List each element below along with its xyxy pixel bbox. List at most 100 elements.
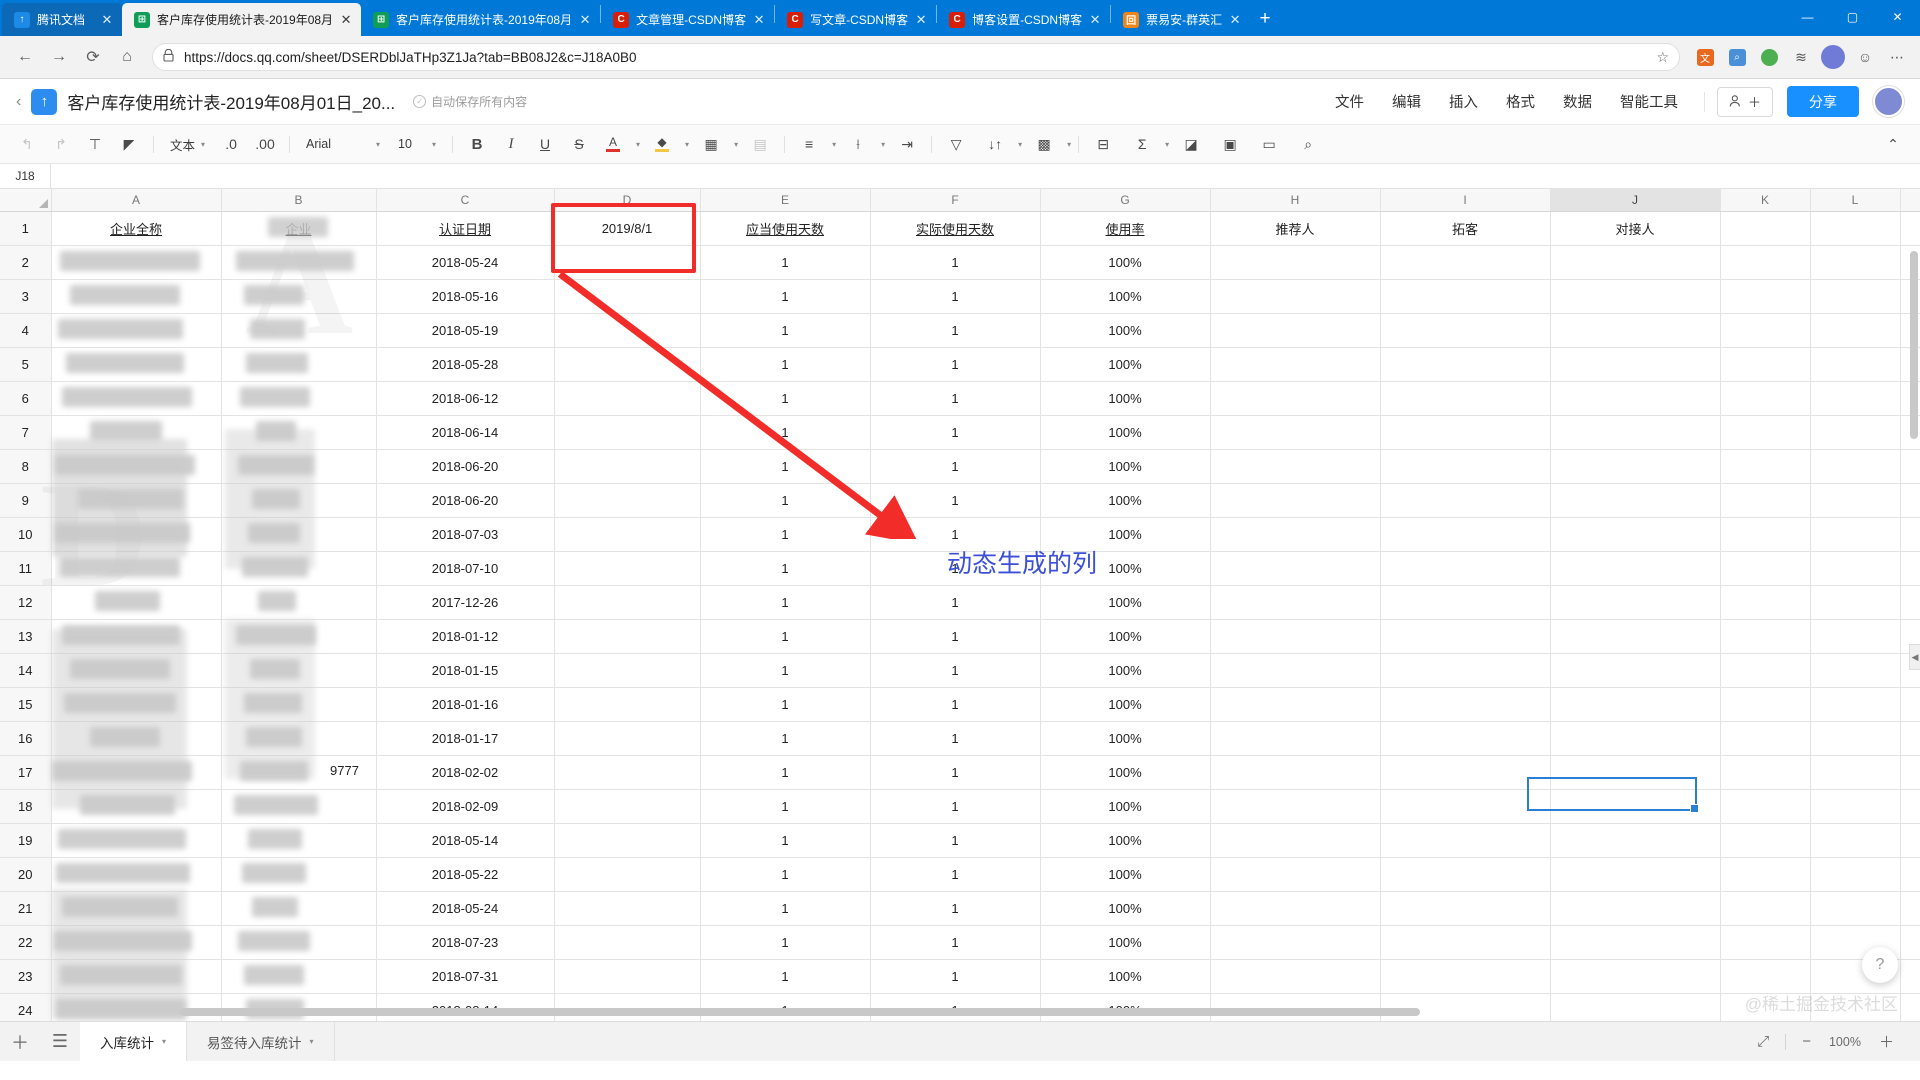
close-icon[interactable]: ✕ <box>1086 11 1104 29</box>
cell-e4[interactable]: 1 <box>700 313 871 348</box>
cell-d14[interactable] <box>554 653 701 688</box>
cell-d15[interactable] <box>554 687 701 722</box>
number-format-select[interactable]: 文本 ▾ <box>164 131 211 157</box>
cell-c21[interactable]: 2018-05-24 <box>376 891 555 926</box>
cell-h4[interactable] <box>1210 313 1381 348</box>
browser-menu-icon[interactable]: ⋯ <box>1882 42 1912 72</box>
group-rows-icon[interactable]: ⊟ <box>1089 130 1117 158</box>
cell-h24[interactable] <box>1210 993 1381 1021</box>
column-header-h[interactable]: H <box>1210 189 1381 212</box>
column-header-j[interactable]: J <box>1550 189 1721 212</box>
vertical-scrollbar[interactable] <box>1910 251 1918 439</box>
cell-d10[interactable] <box>554 517 701 552</box>
row-header-14[interactable]: 14 <box>0 653 52 688</box>
cell-i4[interactable] <box>1380 313 1551 348</box>
column-header-a[interactable]: A <box>51 189 222 212</box>
cell-k4[interactable] <box>1720 313 1811 348</box>
cell-m23[interactable] <box>1900 959 1920 994</box>
cell-k3[interactable] <box>1720 279 1811 314</box>
cell-g5[interactable]: 100% <box>1040 347 1211 382</box>
cell-g7[interactable]: 100% <box>1040 415 1211 450</box>
cell-d21[interactable] <box>554 891 701 926</box>
undo-icon[interactable]: ↰ <box>13 130 41 158</box>
cell-i1[interactable]: 拓客 <box>1380 211 1551 246</box>
insert-comment-icon[interactable]: ▭ <box>1255 130 1283 158</box>
italic-icon[interactable]: I <box>497 130 525 158</box>
cell-k9[interactable] <box>1720 483 1811 518</box>
cell-b12[interactable] <box>221 585 377 620</box>
cell-f7[interactable]: 1 <box>870 415 1041 450</box>
close-window-button[interactable]: ✕ <box>1875 0 1920 33</box>
cell-j19[interactable] <box>1550 823 1721 858</box>
cell-k13[interactable] <box>1720 619 1811 654</box>
cell-i8[interactable] <box>1380 449 1551 484</box>
cell-g11[interactable]: 100% <box>1040 551 1211 586</box>
cell-e23[interactable]: 1 <box>700 959 871 994</box>
cell-k2[interactable] <box>1720 245 1811 280</box>
cell-c9[interactable]: 2018-06-20 <box>376 483 555 518</box>
format-painter-icon[interactable]: ⊤ <box>81 130 109 158</box>
close-icon[interactable]: ✕ <box>337 11 355 29</box>
borders-icon[interactable]: ▦ <box>697 130 725 158</box>
cell-j4[interactable] <box>1550 313 1721 348</box>
cell-h8[interactable] <box>1210 449 1381 484</box>
cell-h5[interactable] <box>1210 347 1381 382</box>
user-avatar[interactable] <box>1873 86 1904 117</box>
cell-f8[interactable]: 1 <box>870 449 1041 484</box>
column-header-e[interactable]: E <box>700 189 871 212</box>
cell-g16[interactable]: 100% <box>1040 721 1211 756</box>
cell-g3[interactable]: 100% <box>1040 279 1211 314</box>
fill-color-icon[interactable]: ◆ <box>648 130 676 158</box>
zoom-in-button[interactable]: ＋ <box>1869 1031 1904 1052</box>
cell-i15[interactable] <box>1380 687 1551 722</box>
close-icon[interactable]: ✕ <box>1226 11 1244 29</box>
feedback-smiley-icon[interactable]: ☺ <box>1850 42 1880 72</box>
row-header-19[interactable]: 19 <box>0 823 52 858</box>
cell-f5[interactable]: 1 <box>870 347 1041 382</box>
select-all-corner[interactable] <box>0 189 52 212</box>
cell-l5[interactable] <box>1810 347 1901 382</box>
cell-c14[interactable]: 2018-01-15 <box>376 653 555 688</box>
cell-h23[interactable] <box>1210 959 1381 994</box>
browser-tab-4[interactable]: C 写文章-CSDN博客 ✕ <box>775 3 936 36</box>
menu-file[interactable]: 文件 <box>1321 91 1378 112</box>
cell-g10[interactable]: 100% <box>1040 517 1211 552</box>
close-icon[interactable]: ✕ <box>750 11 768 29</box>
cell-i11[interactable] <box>1380 551 1551 586</box>
cell-e3[interactable]: 1 <box>700 279 871 314</box>
cell-e9[interactable]: 1 <box>700 483 871 518</box>
chevron-down-icon[interactable]: ▾ <box>310 1037 314 1046</box>
cell-d20[interactable] <box>554 857 701 892</box>
cell-k23[interactable] <box>1720 959 1811 994</box>
cell-j22[interactable] <box>1550 925 1721 960</box>
cell-h7[interactable] <box>1210 415 1381 450</box>
merge-cells-icon[interactable]: ▤ <box>746 130 774 158</box>
cell-l1[interactable] <box>1810 211 1901 246</box>
help-button[interactable]: ? <box>1862 947 1898 983</box>
cell-m19[interactable] <box>1900 823 1920 858</box>
cell-f21[interactable]: 1 <box>870 891 1041 926</box>
cell-h2[interactable] <box>1210 245 1381 280</box>
cell-j2[interactable] <box>1550 245 1721 280</box>
chevron-down-icon[interactable]: ▾ <box>881 140 885 149</box>
cell-j18[interactable] <box>1550 789 1721 824</box>
cell-f11[interactable]: 1 <box>870 551 1041 586</box>
cell-j3[interactable] <box>1550 279 1721 314</box>
cell-f24[interactable]: 1 <box>870 993 1041 1021</box>
cell-f15[interactable]: 1 <box>870 687 1041 722</box>
cell-c6[interactable]: 2018-06-12 <box>376 381 555 416</box>
cell-f20[interactable]: 1 <box>870 857 1041 892</box>
cell-i2[interactable] <box>1380 245 1551 280</box>
zoom-level-value[interactable]: 100% <box>1821 1035 1869 1049</box>
cell-j6[interactable] <box>1550 381 1721 416</box>
cell-i20[interactable] <box>1380 857 1551 892</box>
cell-m20[interactable] <box>1900 857 1920 892</box>
cell-d23[interactable] <box>554 959 701 994</box>
row-header-6[interactable]: 6 <box>0 381 52 416</box>
cell-g21[interactable]: 100% <box>1040 891 1211 926</box>
cell-i19[interactable] <box>1380 823 1551 858</box>
cell-f2[interactable]: 1 <box>870 245 1041 280</box>
text-color-icon[interactable]: A <box>599 130 627 158</box>
cell-j21[interactable] <box>1550 891 1721 926</box>
cell-m15[interactable] <box>1900 687 1920 722</box>
